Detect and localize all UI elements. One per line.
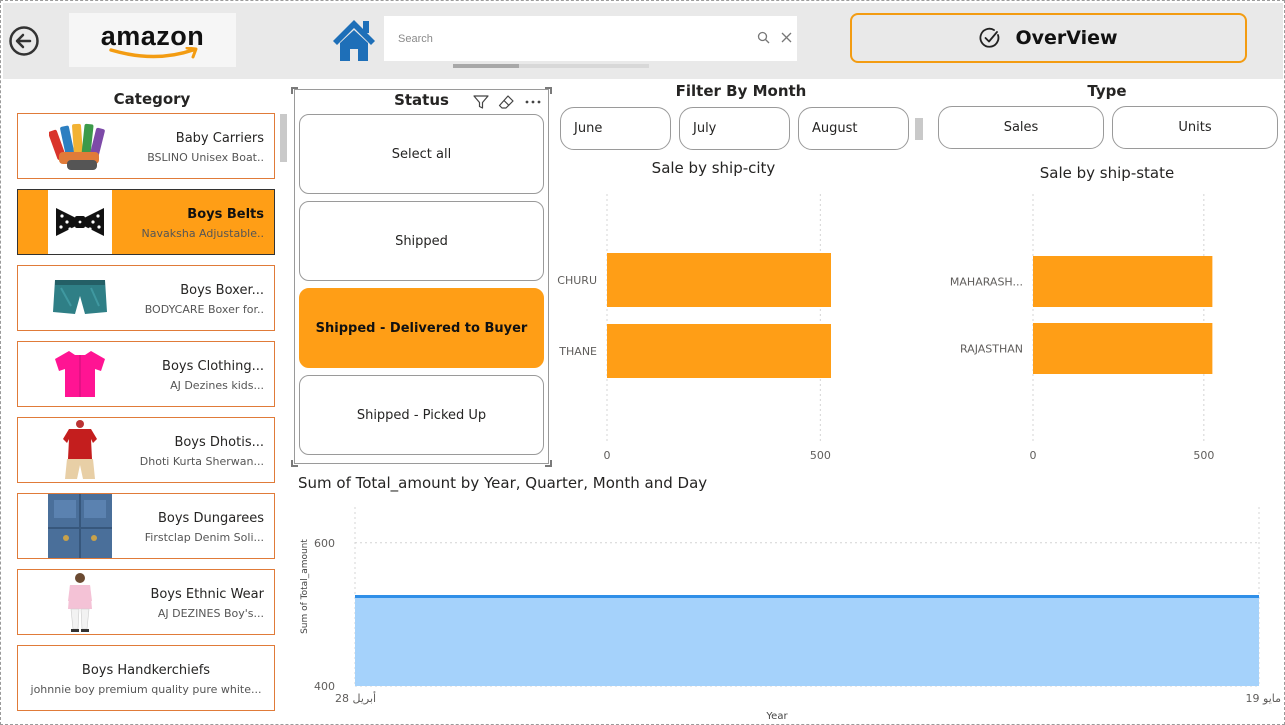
y-category-label: MAHARASH... xyxy=(950,276,1023,289)
search-scrollbar-thumb[interactable] xyxy=(453,64,519,68)
month-button-june[interactable]: June xyxy=(560,107,671,150)
denim-image xyxy=(48,494,112,558)
boxer-shorts-image xyxy=(48,266,112,330)
month-button-august[interactable]: August xyxy=(798,107,909,150)
x-tick-label: 0 xyxy=(604,449,611,462)
bar xyxy=(1033,323,1213,374)
category-item-desc: BSLINO Unisex Boat.. xyxy=(147,151,264,164)
type-label: Units xyxy=(1178,120,1212,135)
month-button-july[interactable]: July xyxy=(679,107,790,150)
search-box xyxy=(384,16,797,61)
type-label: Sales xyxy=(1003,120,1039,135)
x-tick-label: 0 xyxy=(1030,449,1037,462)
total-amount-area-chart: 400 600 أبريل 28 مايو 19 Year Sum of Total_am… xyxy=(300,507,1281,722)
category-title: Category xyxy=(113,90,191,108)
pink-shirt-image xyxy=(48,342,112,406)
category-item-name: Boys Dungarees xyxy=(157,511,264,526)
category-item-desc: BODYCARE Boxer for.. xyxy=(144,303,264,316)
status-option-label: Shipped - Picked Up xyxy=(356,407,487,423)
y-axis-title: Sum of Total_amount xyxy=(300,539,310,634)
category-item-boys-dhotis[interactable]: Boys Dhotis... Dhoti Kurta Sherwan... xyxy=(17,417,275,483)
bar xyxy=(607,253,831,307)
status-option-delivered[interactable]: Shipped - Delivered to Buyer xyxy=(299,288,544,368)
category-item-name: Boys Belts xyxy=(187,207,264,222)
category-item-desc: Dhoti Kurta Sherwan... xyxy=(139,455,264,468)
category-item-boys-handkerchiefs[interactable]: Boys Handkerchiefs johnnie boy premium q… xyxy=(17,645,275,711)
month-label: July xyxy=(693,121,717,136)
overview-button[interactable]: OverView xyxy=(850,13,1247,63)
category-item-desc: AJ Dezines kids... xyxy=(170,379,264,392)
month-label: August xyxy=(812,121,858,136)
category-item-desc: Navaksha Adjustable.. xyxy=(141,227,264,240)
amazon-logo: amazon xyxy=(69,13,236,67)
y-category-label: RAJASTHAN xyxy=(960,343,1023,356)
category-item-name: Boys Ethnic Wear xyxy=(150,587,264,602)
close-icon[interactable] xyxy=(780,31,793,44)
bow-tie-image xyxy=(48,190,112,254)
report-canvas: amazon OverView Category xyxy=(0,0,1285,725)
category-scrollbar[interactable] xyxy=(280,114,287,162)
type-title: Type xyxy=(1087,82,1127,100)
status-toolbar xyxy=(473,94,542,110)
check-circle-icon xyxy=(979,27,1000,48)
ship-state-bar-chart: 0 500 MAHARASH... RAJASTHAN xyxy=(950,194,1214,462)
more-options-icon[interactable] xyxy=(524,94,542,110)
status-option-label: Select all xyxy=(391,146,452,162)
x-tick-label: 500 xyxy=(1193,449,1214,462)
status-option-label: Shipped - Delivered to Buyer xyxy=(315,320,528,336)
category-item-name: Boys Handkerchiefs xyxy=(81,663,211,678)
x-tick-label: أبريل 28 xyxy=(335,691,376,705)
status-option-shipped[interactable]: Shipped xyxy=(299,201,544,281)
arrow-left-icon xyxy=(9,26,39,56)
category-item-desc: Firstclap Denim Soli... xyxy=(144,531,264,544)
search-input[interactable] xyxy=(398,30,738,48)
home-button[interactable] xyxy=(331,17,377,63)
filter-month-title: Filter By Month xyxy=(675,82,807,100)
category-item-desc: johnnie boy premium quality pure white..… xyxy=(30,683,262,696)
category-item-desc: AJ DEZINES Boy's... xyxy=(157,607,264,620)
smile-arrow-icon xyxy=(109,47,198,59)
resize-handle[interactable] xyxy=(291,460,298,467)
ship-city-bar-chart: 0 500 CHURU THANE xyxy=(557,194,831,462)
chart-title-total-amount: Sum of Total_amount by Year, Quarter, Mo… xyxy=(298,474,708,492)
category-item-boys-dungarees[interactable]: Boys Dungarees Firstclap Denim Soli... xyxy=(17,493,275,559)
chart-title-ship-city: Sale by ship-city xyxy=(651,159,776,177)
category-item-boys-boxer[interactable]: Boys Boxer... BODYCARE Boxer for.. xyxy=(17,265,275,331)
category-item-boys-clothing[interactable]: Boys Clothing... AJ Dezines kids... xyxy=(17,341,275,407)
chart-title-ship-state: Sale by ship-state xyxy=(1039,164,1175,182)
x-axis-title: Year xyxy=(765,711,788,722)
category-item-boys-belts[interactable]: Boys Belts Navaksha Adjustable.. xyxy=(17,189,275,255)
socks-image xyxy=(48,114,112,178)
category-item-name: Boys Boxer... xyxy=(180,283,264,298)
area-fill xyxy=(355,596,1259,686)
type-button-units[interactable]: Units xyxy=(1112,106,1278,149)
month-label: June xyxy=(574,121,603,136)
overview-label: OverView xyxy=(1015,27,1118,49)
eraser-icon[interactable] xyxy=(498,94,515,110)
type-button-sales[interactable]: Sales xyxy=(938,106,1104,149)
boy-ethnic-image xyxy=(48,570,112,634)
back-button[interactable] xyxy=(8,25,40,57)
status-option-label: Shipped xyxy=(395,233,448,249)
category-item-boys-ethnic-wear[interactable]: Boys Ethnic Wear AJ DEZINES Boy's... xyxy=(17,569,275,635)
bar xyxy=(1033,256,1213,307)
x-tick-label: 500 xyxy=(810,449,831,462)
y-category-label: THANE xyxy=(558,345,597,358)
y-category-label: CHURU xyxy=(557,274,597,287)
category-item-name: Boys Clothing... xyxy=(162,359,264,374)
x-tick-label: مايو 19 xyxy=(1246,692,1281,705)
filter-icon[interactable] xyxy=(473,94,489,110)
y-tick-label: 400 xyxy=(314,680,335,693)
bar xyxy=(607,324,831,378)
home-icon xyxy=(333,20,375,61)
category-item-name: Baby Carriers xyxy=(175,131,264,146)
search-icon[interactable] xyxy=(757,31,770,44)
month-scrollbar[interactable] xyxy=(915,118,923,140)
status-option-select-all[interactable]: Select all xyxy=(299,114,544,194)
kurta-image xyxy=(48,418,112,482)
y-tick-label: 600 xyxy=(314,537,335,550)
category-item-baby-carriers[interactable]: Baby Carriers BSLINO Unisex Boat.. xyxy=(17,113,275,179)
category-item-name: Boys Dhotis... xyxy=(174,435,264,450)
status-option-picked-up[interactable]: Shipped - Picked Up xyxy=(299,375,544,455)
